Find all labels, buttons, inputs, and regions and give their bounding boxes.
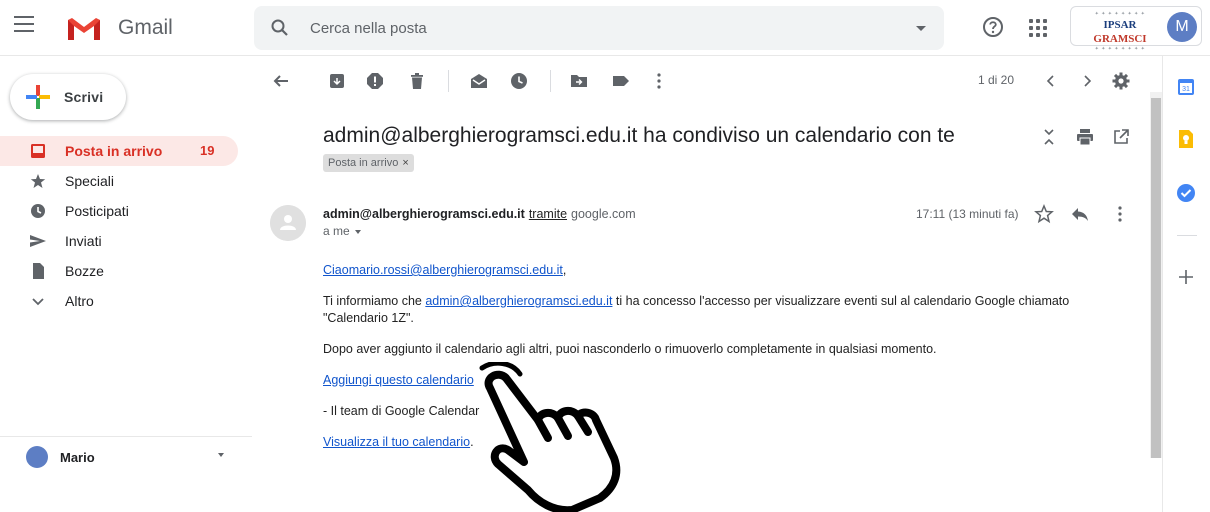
sidebar-item-label: Posticipati (65, 203, 129, 219)
label-icon[interactable] (612, 72, 630, 90)
snooze-icon[interactable] (510, 72, 528, 90)
pointing-hand-icon (479, 362, 621, 512)
owner-email-link[interactable]: admin@alberghierogramsci.edu.it (425, 294, 612, 308)
sidebar-item-more[interactable]: Altro (0, 286, 238, 316)
message-toolbar: 1 di 20 (252, 56, 1162, 106)
add-calendar-paragraph: Aggiungi questo calendario (323, 372, 1123, 389)
toolbar-separator (448, 70, 449, 92)
add-addon-plus-icon[interactable] (1175, 266, 1197, 288)
sidebar-item-label: Bozze (65, 263, 104, 279)
move-to-icon[interactable] (570, 72, 588, 90)
info-paragraph: Dopo aver aggiunto il calendario agli al… (323, 342, 937, 356)
recipient-text: a me (323, 224, 350, 238)
delete-icon[interactable] (408, 72, 426, 90)
sidebar-item-label: Altro (65, 293, 94, 309)
star-outline-icon[interactable] (1034, 204, 1054, 224)
view-calendar-paragraph: Visualizza il tuo calendario. (323, 434, 1123, 451)
search-input[interactable]: Cerca nella posta (310, 20, 427, 37)
hangouts-status-caret-icon[interactable] (218, 453, 224, 457)
access-text-start: Ti informiamo che (323, 294, 426, 308)
sidebar-item-label: Inviati (65, 233, 102, 249)
inbox-label-chip[interactable]: Posta in arrivo × (323, 154, 414, 172)
sidebar-item-snoozed[interactable]: Posticipati (0, 196, 238, 226)
toolbar-separator (550, 70, 551, 92)
org-name-left: IPSAR (1103, 19, 1137, 31)
sender-line: admin@alberghierogramsci.edu.it tramite go… (323, 207, 636, 221)
org-name-right: GRAMSCI (1093, 33, 1147, 45)
draft-icon (33, 263, 44, 279)
settings-gear-icon[interactable] (1112, 72, 1130, 90)
apps-grid-icon[interactable] (1029, 19, 1047, 37)
open-in-new-window-icon[interactable] (1112, 128, 1130, 146)
back-arrow-icon[interactable] (272, 72, 290, 90)
access-paragraph: Ti informiamo che admin@alberghierograms… (323, 293, 1123, 327)
sidebar-item-inbox[interactable]: Posta in arrivo 19 (0, 136, 238, 166)
hangouts-user-name[interactable]: Mario (60, 450, 95, 465)
hangouts-avatar[interactable] (26, 446, 48, 468)
view-calendar-link[interactable]: Visualizza il tuo calendario (323, 435, 470, 449)
organization-logo: ✦ ✦ ✦ ✦ ✦ ✦ ✦ ✦ IPSAR GRAMSCI ✦ ✦ ✦ ✦ ✦ … (1093, 11, 1147, 52)
main-menu-icon[interactable] (14, 16, 34, 34)
sender-avatar[interactable] (270, 205, 306, 241)
mark-unread-icon[interactable] (470, 72, 488, 90)
side-panel-separator (1177, 235, 1197, 236)
gmail-logo-icon[interactable] (66, 16, 102, 42)
label-chip-text: Posta in arrivo (328, 157, 399, 169)
sidebar-item-label: Speciali (65, 173, 115, 189)
recipient-line[interactable]: a me (323, 224, 361, 238)
show-details-icon[interactable] (354, 229, 361, 234)
plus-icon (26, 85, 50, 109)
svg-text:31: 31 (1182, 86, 1190, 93)
keep-icon[interactable] (1175, 128, 1197, 150)
search-bar[interactable]: Cerca nella posta (254, 6, 944, 50)
more-options-icon[interactable] (650, 72, 668, 90)
sidebar-nav: Posta in arrivo 19 Speciali Posticipati … (0, 136, 240, 316)
sidebar-item-starred[interactable]: Speciali (0, 166, 238, 196)
app-name[interactable]: Gmail (118, 16, 173, 40)
inbox-icon (31, 144, 45, 158)
sidebar-item-sent[interactable]: Inviati (0, 226, 238, 256)
calendar-icon[interactable]: 31 (1175, 76, 1197, 98)
archive-icon[interactable] (328, 72, 346, 90)
via-domain: google.com (571, 207, 636, 221)
report-spam-icon[interactable] (366, 72, 384, 90)
account-switcher[interactable]: ✦ ✦ ✦ ✦ ✦ ✦ ✦ ✦ IPSAR GRAMSCI ✦ ✦ ✦ ✦ ✦ … (1070, 6, 1202, 52)
scrollbar-thumb[interactable] (1151, 98, 1161, 458)
message-body: Ciaomario.rossi@alberghierogramsci.edu.i… (323, 262, 1123, 465)
clock-icon (31, 204, 45, 218)
hangouts-bar: Mario (0, 436, 252, 468)
greeting-end: , (562, 263, 567, 277)
account-avatar[interactable]: M (1167, 12, 1197, 42)
sidebar-item-drafts[interactable]: Bozze (0, 256, 238, 286)
greeting-paragraph: Ciaomario.rossi@alberghierogramsci.edu.i… (323, 262, 1123, 279)
message-more-options-icon[interactable] (1110, 204, 1130, 224)
search-options-icon[interactable] (916, 26, 926, 31)
message-time: 17:11 (13 minuti fa) (916, 207, 1019, 221)
pagination-text: 1 di 20 (978, 73, 1015, 87)
add-calendar-link[interactable]: Aggiungi questo calendario (323, 373, 474, 387)
signature-text: - Il team di Google Calendar (323, 404, 480, 418)
collapse-all-icon[interactable] (1040, 128, 1058, 146)
tasks-icon[interactable] (1175, 182, 1197, 204)
search-icon[interactable] (270, 18, 290, 38)
send-icon (30, 235, 46, 247)
top-bar: Gmail Cerca nella posta ✦ ✦ ✦ ✦ ✦ ✦ ✦ ✦ … (0, 0, 1210, 56)
unread-count: 19 (200, 143, 215, 158)
next-message-icon[interactable] (1078, 72, 1096, 90)
compose-button[interactable]: Scrivi (10, 74, 126, 120)
sidebar-item-label: Posta in arrivo (65, 143, 163, 159)
message-subject: admin@alberghierogramsci.edu.it ha condi… (323, 124, 955, 147)
side-panel: 31 (1162, 56, 1210, 512)
print-icon[interactable] (1076, 128, 1094, 146)
via-link[interactable]: tramite (529, 207, 567, 221)
previous-message-icon[interactable] (1042, 72, 1060, 90)
sender-email[interactable]: admin@alberghierogramsci.edu.it (323, 207, 525, 221)
remove-label-icon[interactable]: × (402, 157, 408, 169)
greeting-email-link[interactable]: Ciaomario.rossi@alberghierogramsci.edu.i… (323, 263, 563, 277)
reply-icon[interactable] (1070, 204, 1090, 224)
star-icon (30, 174, 46, 188)
compose-label: Scrivi (64, 89, 104, 105)
help-icon[interactable] (982, 16, 1004, 38)
chevron-down-icon (32, 298, 44, 306)
